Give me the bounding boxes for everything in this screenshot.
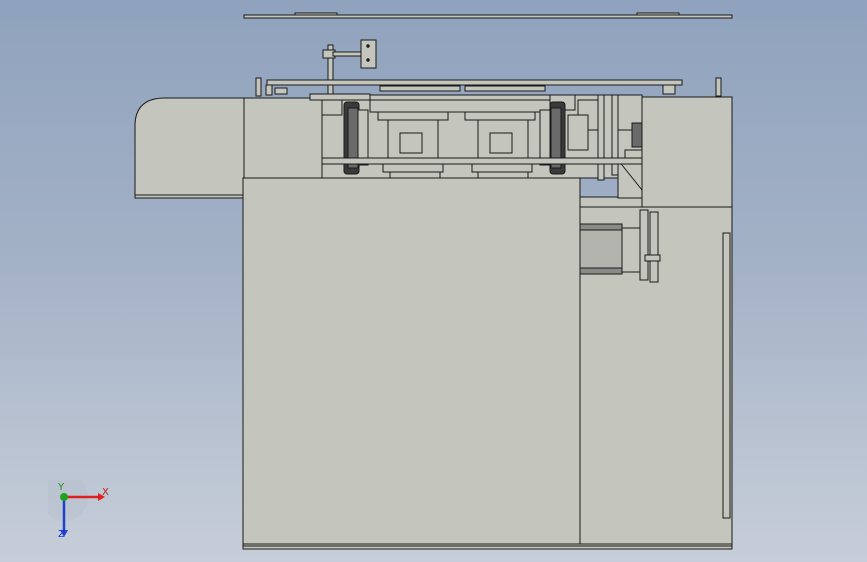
left-upper-box — [243, 97, 323, 179]
main-cabinet — [242, 177, 581, 545]
sensor-stand — [322, 39, 377, 96]
y-axis-dot — [60, 493, 68, 501]
right-upper-box — [641, 96, 733, 208]
x-axis-label: X — [102, 487, 109, 498]
z-axis-label: Z — [58, 529, 65, 540]
cabinet-handle — [722, 232, 731, 519]
top-cover-plate — [243, 12, 733, 19]
top-rail — [255, 77, 722, 97]
y-axis-label: Y — [58, 482, 65, 493]
right-knob — [631, 122, 643, 148]
left-hood — [134, 97, 245, 199]
cad-viewport[interactable]: X Y Z — [0, 0, 867, 562]
drive-shaft — [321, 157, 643, 165]
machine-model[interactable] — [0, 0, 867, 562]
